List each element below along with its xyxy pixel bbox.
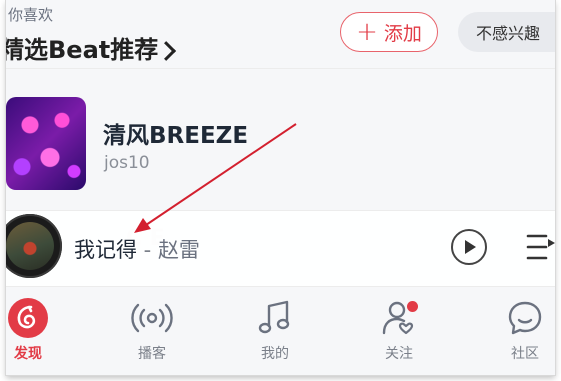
app-window: 你喜欢 精选Beat推荐 + 添加 不感兴趣 清风BREEZE jos10 C … <box>6 0 555 375</box>
tab-community[interactable]: 社区 <box>485 297 555 363</box>
tab-podcast-label: 播客 <box>138 346 166 362</box>
play-button[interactable] <box>451 229 487 265</box>
plus-icon: + <box>356 17 378 47</box>
section-title[interactable]: 精选Beat推荐 <box>6 30 177 65</box>
tab-discover-label: 发现 <box>14 346 42 362</box>
tab-follow[interactable]: 关注 <box>359 297 439 363</box>
tab-follow-label: 关注 <box>385 346 413 362</box>
play-icon <box>465 240 476 254</box>
tab-podcast[interactable]: 播客 <box>112 297 192 363</box>
now-playing-song: 我记得 <box>74 238 137 262</box>
now-playing-text[interactable]: 我记得 - 赵雷 <box>74 234 200 264</box>
add-button[interactable]: + 添加 <box>340 12 438 52</box>
podcast-icon <box>131 303 173 333</box>
section-subtitle: 你喜欢 <box>8 6 54 24</box>
tab-mine[interactable]: 我的 <box>235 297 315 363</box>
community-chat-icon <box>508 301 542 335</box>
now-playing-separator: - <box>137 238 158 262</box>
divider <box>6 68 555 69</box>
now-playing-artist: 赵雷 <box>157 238 200 262</box>
tab-discover[interactable]: 发现 <box>6 297 68 363</box>
track-cover[interactable] <box>6 97 86 190</box>
notification-dot <box>407 301 418 312</box>
tab-community-label: 社区 <box>511 346 539 362</box>
track-artist: jos10 <box>104 153 150 173</box>
add-button-label: 添加 <box>383 22 422 45</box>
not-interested-label: 不感兴趣 <box>476 24 541 43</box>
track-title[interactable]: 清风BREEZE <box>103 116 248 150</box>
netease-logo-icon <box>8 298 48 338</box>
bottom-tab-bar: 发现 播客 我的 关注 社区 <box>6 286 555 375</box>
chevron-right-icon <box>156 41 177 61</box>
section-title-text: 精选Beat推荐 <box>6 36 159 64</box>
playlist-icon[interactable] <box>526 230 555 264</box>
not-interested-button[interactable]: 不感兴趣 <box>458 12 555 52</box>
tab-mine-label: 我的 <box>261 346 289 362</box>
album-art <box>6 222 54 270</box>
music-note-icon <box>258 300 290 334</box>
mini-player[interactable]: 我记得 - 赵雷 <box>6 210 555 287</box>
album-disc[interactable] <box>6 214 62 278</box>
